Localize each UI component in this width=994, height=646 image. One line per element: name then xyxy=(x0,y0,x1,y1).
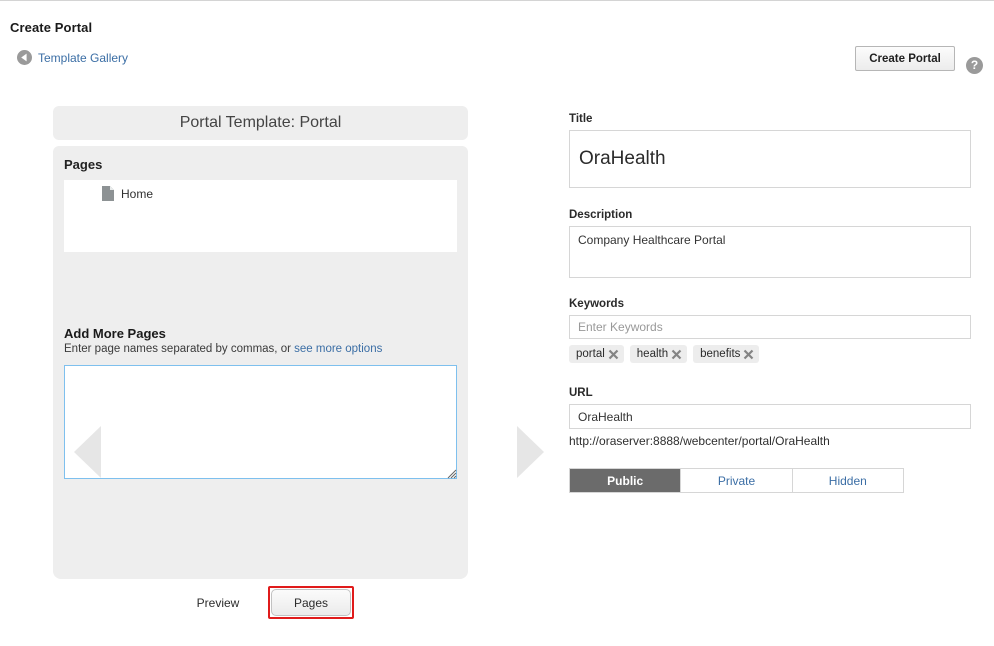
keyword-tag: benefits xyxy=(693,345,760,363)
keywords-field: Keywords portal health xyxy=(569,298,971,363)
title-label: Title xyxy=(569,113,593,125)
page-title: Create Portal xyxy=(10,20,93,35)
keyword-tag: health xyxy=(629,345,688,363)
description-field: Description xyxy=(569,209,971,281)
keyword-tag-list: portal health benefits xyxy=(569,345,971,363)
template-gallery-back-link[interactable]: Template Gallery xyxy=(17,50,128,65)
visibility-tab-group: Public Private Hidden xyxy=(569,468,904,493)
keyword-tag-label: benefits xyxy=(700,348,741,360)
chevron-left-icon[interactable] xyxy=(71,424,107,480)
add-more-pages-hint-text: Enter page names separated by commas, or xyxy=(64,343,295,355)
visibility-option-private[interactable]: Private xyxy=(681,469,793,492)
keyword-tag-label: portal xyxy=(576,348,605,360)
page-document-icon xyxy=(102,186,114,201)
template-gallery-label: Template Gallery xyxy=(38,50,129,65)
keywords-input[interactable] xyxy=(569,315,971,339)
portal-details-form: Title Description Keywords portal xyxy=(569,113,971,493)
see-more-options-link[interactable]: see more options xyxy=(294,343,382,355)
page-name: Home xyxy=(121,186,154,201)
create-portal-page: Create Portal Template Gallery Create Po… xyxy=(0,0,994,646)
pages-button[interactable]: Pages xyxy=(271,589,351,616)
keyword-tag: portal xyxy=(569,345,624,363)
pages-button-highlight: Pages xyxy=(268,586,354,619)
url-label: URL xyxy=(569,387,593,399)
add-pages-textarea[interactable] xyxy=(64,365,457,479)
create-portal-button[interactable]: Create Portal xyxy=(855,46,955,71)
visibility-option-public[interactable]: Public xyxy=(570,469,682,492)
add-more-pages-heading: Add More Pages xyxy=(64,326,166,341)
add-more-pages-hint: Enter page names separated by commas, or… xyxy=(64,343,382,355)
preview-button[interactable]: Preview xyxy=(180,588,256,617)
close-x-icon[interactable] xyxy=(670,348,683,361)
template-footer-buttons: Preview Pages xyxy=(180,586,354,619)
visibility-option-hidden[interactable]: Hidden xyxy=(792,469,903,492)
template-body: Pages Home Add More Pages Enter page nam… xyxy=(53,146,468,579)
title-field: Title xyxy=(569,113,971,188)
back-circle-arrow-icon xyxy=(17,50,32,65)
list-item[interactable]: Home xyxy=(64,180,457,207)
url-input[interactable] xyxy=(569,404,971,429)
title-input[interactable] xyxy=(569,130,971,188)
close-x-icon[interactable] xyxy=(607,348,620,361)
pages-list: Home xyxy=(64,180,457,252)
keyword-tag-label: health xyxy=(636,348,669,360)
chevron-right-icon[interactable] xyxy=(511,424,547,480)
help-icon[interactable]: ? xyxy=(966,57,983,74)
template-name-header: Portal Template: Portal xyxy=(53,106,468,140)
description-input[interactable] xyxy=(569,226,971,278)
url-field: URL http://oraserver:8888/webcenter/port… xyxy=(569,387,971,448)
pages-section-heading: Pages xyxy=(64,157,103,172)
description-label: Description xyxy=(569,209,633,221)
close-x-icon[interactable] xyxy=(742,348,755,361)
template-preview-panel: Portal Template: Portal Pages Home Add M… xyxy=(53,106,544,579)
url-preview-text: http://oraserver:8888/webcenter/portal/O… xyxy=(569,434,830,448)
keywords-label: Keywords xyxy=(569,298,624,310)
